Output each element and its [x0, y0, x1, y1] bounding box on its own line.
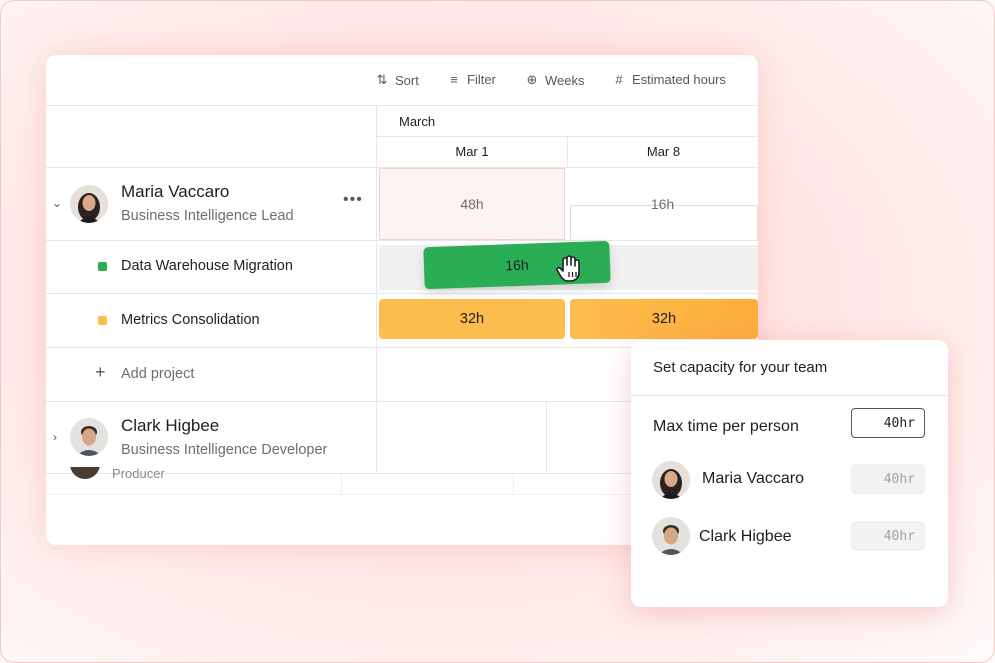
estimated-hours-label: Estimated hours [632, 72, 726, 87]
zoom-icon: ⊕ [526, 72, 538, 87]
hash-icon: # [615, 72, 623, 87]
member-name: Maria Vaccaro [702, 470, 804, 487]
divider [46, 240, 758, 241]
divider [376, 167, 377, 474]
sort-icon: ⇅ [376, 72, 388, 87]
weeks-label: Weeks [545, 72, 585, 88]
month-label: March [399, 114, 436, 129]
avatar [652, 517, 690, 555]
project-color-dot [98, 316, 107, 325]
member-capacity-input[interactable]: 40hr [851, 521, 925, 551]
person-name: Clark Higbee [121, 416, 220, 435]
grab-cursor-icon [556, 254, 584, 284]
hidden-role-clip: Producer [112, 464, 232, 482]
month-header: March [376, 105, 758, 137]
collapse-chevron-icon[interactable]: ⌄ [52, 196, 62, 210]
avatar [70, 467, 100, 479]
plus-icon[interactable]: + [95, 362, 106, 383]
max-time-label: Max time per person [653, 418, 799, 435]
weeks-button[interactable]: ⊕ Weeks [525, 72, 585, 88]
expand-chevron-icon[interactable]: › [53, 430, 57, 444]
divider [341, 474, 342, 494]
avatar [652, 461, 690, 499]
member-name: Clark Higbee [699, 528, 792, 545]
project-name[interactable]: Metrics Consolidation [121, 312, 260, 328]
member-capacity-input[interactable]: 40hr [851, 464, 925, 494]
popup-title: Set capacity for your team [653, 359, 828, 376]
week-header: Mar 1 [376, 137, 567, 168]
capacity-popup: Set capacity for your team Max time per … [631, 340, 948, 607]
divider [46, 293, 758, 294]
sort-label: Sort [395, 72, 419, 88]
avatar [70, 185, 108, 223]
person-role: Business Intelligence Developer [121, 442, 328, 458]
divider [631, 395, 948, 396]
divider [546, 401, 547, 473]
avatar [70, 418, 108, 456]
week-header: Mar 8 [567, 137, 758, 168]
person-role: Business Intelligence Lead [121, 208, 294, 224]
divider [513, 474, 514, 494]
add-project-link[interactable]: Add project [121, 366, 194, 382]
allocation-bar[interactable]: 32h [570, 299, 758, 339]
toolbar: ⇅ Sort ≡ Filter ⊕ Weeks # Estimated hour… [46, 55, 758, 106]
filter-icon: ≡ [450, 72, 458, 87]
estimated-hours-button[interactable]: # Estimated hours [612, 72, 726, 87]
person-name: Maria Vaccaro [121, 182, 230, 201]
filter-button[interactable]: ≡ Filter [447, 72, 496, 87]
max-time-input[interactable]: 40hr [851, 408, 925, 438]
project-color-dot [98, 262, 107, 271]
sort-button[interactable]: ⇅ Sort [375, 72, 419, 88]
more-options-icon[interactable]: ••• [343, 191, 363, 209]
capacity-cell-label: 16h [650, 196, 675, 212]
divider [46, 167, 376, 168]
filter-label: Filter [467, 72, 496, 87]
project-name[interactable]: Data Warehouse Migration [121, 258, 293, 274]
allocation-hours: 16h [505, 256, 529, 274]
allocation-bar[interactable]: 32h [379, 299, 565, 339]
person-role: Producer [112, 466, 165, 481]
capacity-cell[interactable]: 48h [379, 168, 565, 240]
